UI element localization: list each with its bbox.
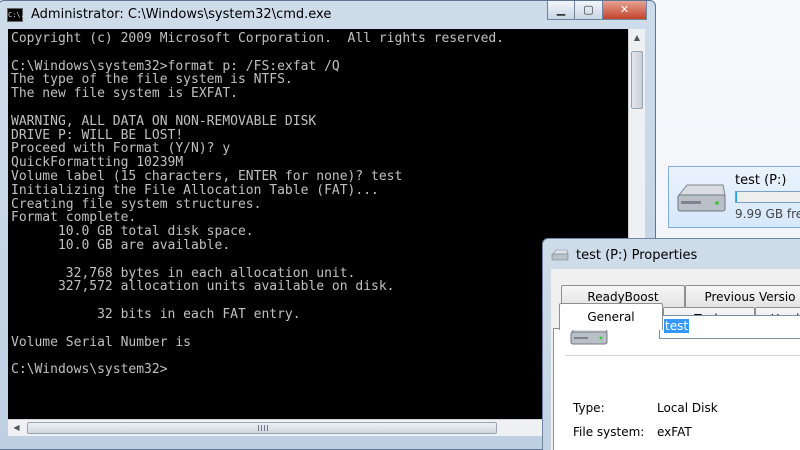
type-value: Local Disk [657, 401, 718, 415]
vertical-scroll-thumb[interactable] [631, 51, 643, 109]
console-line: Format complete. [11, 210, 137, 226]
cmd-window-controls: ▁ ▢ ✕ [547, 1, 647, 21]
minimize-button[interactable]: ▁ [547, 1, 575, 20]
minimize-icon: ▁ [556, 3, 566, 16]
console-line: 32,768 bytes in each allocation unit. [11, 265, 356, 281]
console-line: C:\Windows\system32> [11, 362, 168, 378]
properties-dialog: test (P:) Properties ReadyBoost Previous… [542, 238, 800, 450]
console-line: WARNING, ALL DATA ON NON-REMOVABLE DISK [11, 113, 317, 129]
console-line: Volume label (15 characters, ENTER for n… [11, 168, 403, 184]
horizontal-scroll-thumb[interactable] [27, 422, 497, 434]
console-line: 10.0 GB total disk space. [11, 224, 254, 240]
volume-label-input[interactable]: test [659, 315, 800, 339]
console-line: C:\Windows\system32>format p: /FS:exfat … [11, 58, 340, 74]
hard-drive-icon [677, 184, 726, 212]
maximize-button[interactable]: ▢ [575, 1, 603, 20]
cmd-window-title: Administrator: C:\Windows\system32\cmd.e… [31, 7, 332, 22]
console-line: Proceed with Format (Y/N)? y [11, 141, 231, 157]
maximize-icon: ▢ [583, 3, 594, 16]
drive-name: test (P:) [735, 173, 787, 188]
type-label: Type: [573, 401, 605, 415]
console-line: 327,572 allocation units available on di… [11, 279, 395, 295]
console-line: QuickFormatting 10239M [11, 155, 184, 171]
console-line: 10.0 GB are available. [11, 237, 231, 253]
cmd-titlebar[interactable]: C:\. Administrator: C:\Windows\system32\… [0, 1, 655, 29]
grip-icon [258, 425, 268, 431]
console-line: 32 bits in each FAT entry. [11, 306, 301, 322]
tab-previous-versions[interactable]: Previous Versio [685, 285, 800, 308]
drive-tile-p[interactable]: test (P:) 9.99 GB fre [668, 166, 800, 228]
drive-icon [551, 249, 569, 261]
properties-title: test (P:) Properties [576, 248, 698, 263]
properties-titlebar[interactable]: test (P:) Properties [543, 239, 800, 269]
close-button[interactable]: ✕ [603, 1, 647, 20]
console-line: The new file system is EXFAT. [11, 86, 238, 102]
file-system-label: File system: [573, 425, 645, 439]
volume-label-text: test [664, 319, 690, 333]
console-output[interactable]: Copyright (c) 2009 Microsoft Corporation… [8, 29, 628, 419]
divider [565, 355, 800, 356]
console-line: The type of the file system is NTFS. [11, 72, 293, 88]
console-line: DRIVE P: WILL BE LOST! [11, 127, 184, 143]
tab-general[interactable]: General [559, 303, 663, 330]
drive-free-space: 9.99 GB fre [735, 207, 800, 221]
console-line: Initializing the File Allocation Table (… [11, 182, 379, 198]
close-icon: ✕ [619, 3, 630, 16]
console-text: Copyright (c) 2009 Microsoft Corporation… [8, 29, 628, 377]
console-line: Copyright (c) 2009 Microsoft Corporation… [11, 31, 505, 46]
scroll-left-icon[interactable]: ◀ [8, 420, 25, 436]
console-line: Creating file system structures. [11, 196, 262, 212]
drive-usage-bar [735, 191, 800, 203]
cmd-app-icon[interactable]: C:\. [7, 8, 25, 22]
properties-panel: ReadyBoost Previous Versio General Tools… [551, 269, 800, 450]
file-system-value: exFAT [657, 425, 692, 439]
console-line: Volume Serial Number is [11, 334, 192, 350]
scroll-up-icon[interactable]: ▲ [629, 29, 645, 46]
horizontal-scrollbar[interactable]: ◀ ▶ [8, 419, 628, 436]
